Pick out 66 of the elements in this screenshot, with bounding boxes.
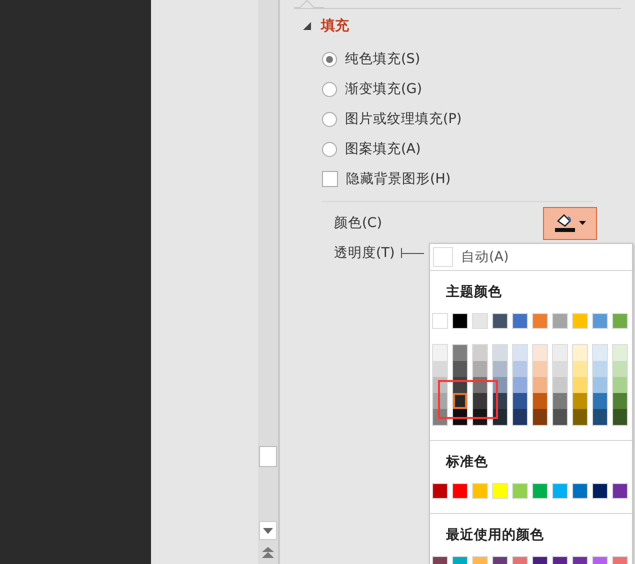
color-swatch[interactable] [513, 393, 527, 409]
color-swatch[interactable] [513, 361, 527, 377]
color-swatch[interactable] [533, 377, 547, 393]
menu-heading: 最近使用的颜色 [445, 526, 545, 545]
paint-bucket-icon [553, 212, 587, 234]
color-swatch[interactable] [593, 409, 607, 425]
color-swatch[interactable] [453, 361, 467, 377]
auto-color-item[interactable]: 自动(A) [430, 244, 632, 271]
color-swatch[interactable] [533, 393, 547, 409]
color-swatch[interactable] [593, 361, 607, 377]
color-swatch[interactable] [533, 409, 547, 425]
scroll-thumb[interactable] [259, 446, 277, 467]
color-swatch[interactable] [513, 409, 527, 425]
option-label[interactable]: 纯色填充(S) [345, 50, 420, 68]
scroll-down-button[interactable] [259, 521, 277, 540]
color-swatch[interactable] [453, 345, 467, 361]
color-swatch[interactable] [613, 409, 627, 425]
color-swatch[interactable] [433, 345, 447, 361]
color-swatch[interactable] [453, 393, 467, 409]
option-label[interactable]: 图案填充(A) [345, 140, 421, 158]
color-swatch[interactable] [593, 393, 607, 409]
color-swatch[interactable] [493, 345, 507, 361]
transparency-label: 透明度(T) [334, 244, 395, 262]
color-swatch[interactable] [613, 361, 627, 377]
color-swatch[interactable] [513, 345, 527, 361]
color-swatch[interactable] [473, 345, 487, 361]
color-swatch[interactable] [593, 345, 607, 361]
color-swatch[interactable] [533, 361, 547, 377]
color-swatch[interactable] [433, 361, 447, 377]
color-swatch[interactable] [533, 345, 547, 361]
color-swatch[interactable] [573, 393, 587, 409]
color-swatch[interactable] [573, 361, 587, 377]
color-swatch[interactable] [473, 361, 487, 377]
highlight-frame [438, 380, 498, 419]
down-arrow-icon [263, 528, 273, 534]
scrollbar[interactable] [258, 0, 280, 564]
option-label[interactable]: 图片或纹理填充(P) [345, 110, 462, 128]
color-swatch[interactable] [573, 377, 587, 393]
option-label[interactable]: 隐藏背景图形(H) [346, 170, 451, 188]
fill-color-button[interactable] [543, 206, 597, 240]
radio-button[interactable] [322, 52, 337, 66]
color-swatch[interactable] [553, 393, 567, 409]
color-swatch[interactable] [613, 345, 627, 361]
color-swatch[interactable] [493, 361, 507, 377]
color-swatch[interactable] [573, 409, 587, 425]
expand-icon[interactable] [303, 22, 311, 30]
collapse-icon[interactable] [262, 547, 274, 558]
color-label: 颜色(C) [334, 214, 382, 232]
color-swatch[interactable] [573, 345, 587, 361]
color-swatch[interactable] [613, 377, 627, 393]
color-swatch[interactable] [553, 345, 567, 361]
radio-button[interactable] [322, 112, 337, 126]
color-swatch[interactable] [553, 409, 567, 425]
color-swatch[interactable] [553, 361, 567, 377]
color-swatch[interactable] [613, 393, 627, 409]
radio-button[interactable] [322, 82, 337, 96]
color-swatch[interactable] [593, 377, 607, 393]
option-label[interactable]: 渐变填充(G) [345, 80, 422, 98]
section-title[interactable]: 填充 [321, 17, 349, 35]
checkbox[interactable] [322, 171, 338, 187]
color-swatch[interactable] [473, 393, 487, 409]
color-swatch[interactable] [513, 377, 527, 393]
radio-button[interactable] [322, 142, 337, 156]
menu-heading: 标准色 [444, 453, 489, 472]
menu-heading: 主题颜色 [445, 283, 503, 302]
color-swatch[interactable] [553, 377, 567, 393]
